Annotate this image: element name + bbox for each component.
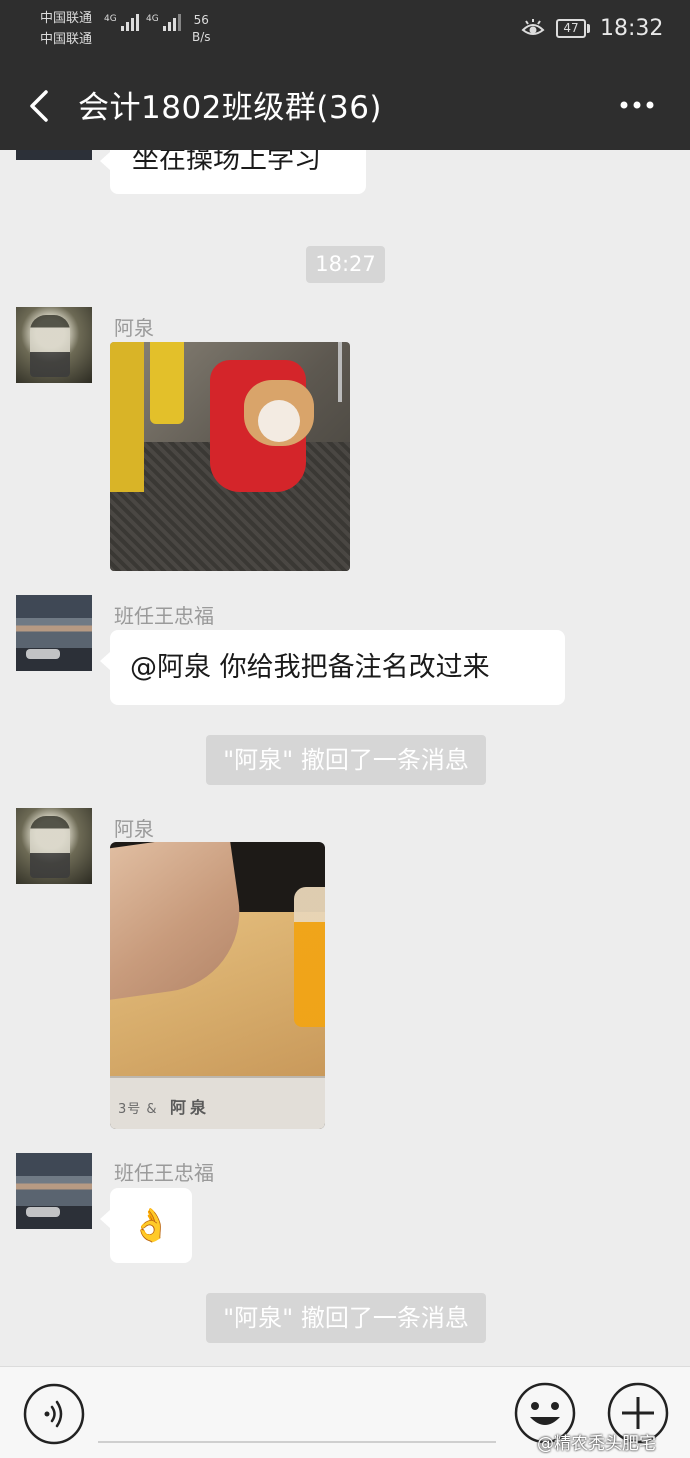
carrier-name-1: 中国联通	[40, 11, 93, 26]
voice-input-icon[interactable]	[23, 1383, 85, 1445]
chat-message-list[interactable]: 坐在操场上学习 18:27 阿泉 班任王忠福 @阿泉 你给我把备注名改过来 "阿…	[0, 150, 690, 1366]
sender-name: 阿泉	[114, 817, 154, 841]
message-text: 坐在操场上学习	[132, 150, 321, 175]
weibo-watermark: @精农秃头肥宅	[537, 1434, 656, 1454]
network-type-2: 4G	[146, 14, 159, 24]
status-bar: 中国联通 中国联通 4G 4G 56 B/s 47 18:32	[0, 0, 690, 60]
network-speed-value: 56	[193, 13, 209, 27]
recall-notice: "阿泉" 撤回了一条消息	[206, 1293, 486, 1343]
chat-header: 会计1802班级群(36)	[0, 60, 690, 150]
chat-title: 会计1802班级群(36)	[78, 90, 383, 126]
more-options-icon[interactable]	[612, 90, 662, 120]
ok-hand-icon: 👌	[131, 1206, 171, 1244]
clock: 18:32	[600, 16, 664, 41]
network-type-1: 4G	[104, 14, 117, 24]
image-message-desk[interactable]: 3号 & 阿泉	[110, 842, 325, 1129]
sender-name: 阿泉	[114, 316, 154, 340]
time-divider: 18:27	[306, 246, 385, 283]
avatar-teacher[interactable]	[16, 1153, 92, 1229]
battery-icon: 47	[556, 19, 586, 38]
signal-strength-icon-1: 4G	[104, 14, 139, 31]
message-text: @阿泉 你给我把备注名改过来	[130, 652, 490, 683]
recall-notice: "阿泉" 撤回了一条消息	[206, 735, 486, 785]
battery-tip	[587, 24, 590, 33]
avatar-teacher[interactable]	[16, 595, 92, 671]
signal-strength-icon-2: 4G	[146, 14, 181, 31]
message-bubble[interactable]: @阿泉 你给我把备注名改过来	[100, 630, 565, 705]
input-bar: @精农秃头肥宅	[0, 1366, 690, 1458]
carrier-name-2: 中国联通	[40, 32, 93, 47]
message-input[interactable]	[98, 1441, 496, 1443]
sender-name: 班任王忠福	[114, 604, 214, 628]
back-arrow-icon[interactable]	[22, 84, 58, 128]
photo-plate-label: 3号 &	[118, 1102, 158, 1117]
avatar-aquan[interactable]	[16, 307, 92, 383]
avatar-aquan[interactable]	[16, 808, 92, 884]
photo-plate-name: 阿泉	[170, 1098, 211, 1117]
network-speed: 56 B/s	[192, 12, 211, 46]
message-bubble-emoji[interactable]: 👌	[100, 1188, 192, 1263]
sender-name: 班任王忠福	[114, 1161, 214, 1185]
image-message-dog[interactable]	[110, 342, 350, 571]
avatar[interactable]	[16, 150, 92, 160]
message-bubble-partial[interactable]: 坐在操场上学习	[100, 150, 366, 194]
eye-protection-icon	[521, 19, 545, 35]
network-speed-unit: B/s	[192, 30, 211, 44]
